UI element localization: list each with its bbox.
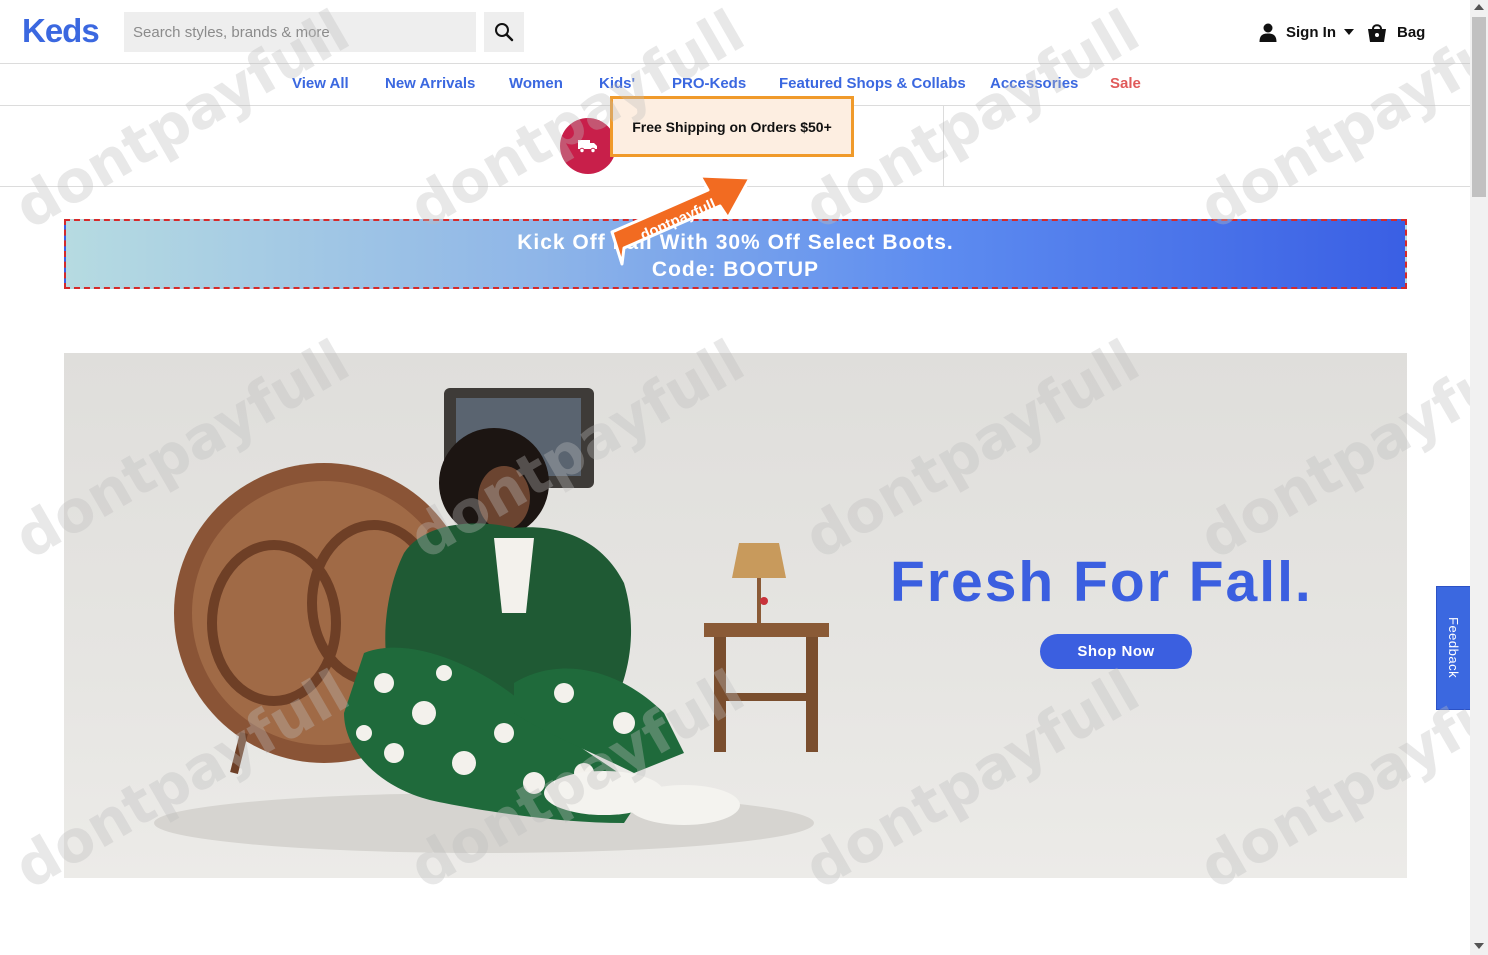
page-scrollbar[interactable] [1470, 0, 1488, 955]
bag-link[interactable]: Bag [1366, 20, 1425, 44]
shipping-badge [560, 118, 616, 174]
nav-item-featured-shops[interactable]: Featured Shops & Collabs [779, 75, 966, 92]
chevron-down-icon [1344, 29, 1354, 35]
scroll-up-icon[interactable] [1474, 4, 1484, 10]
search-input[interactable] [124, 12, 476, 52]
hero-title: Fresh For Fall. [890, 550, 1313, 614]
truck-icon [578, 140, 597, 154]
bag-label: Bag [1397, 23, 1426, 41]
site-header: Keds Sign In Bag [0, 0, 1470, 64]
page: Keds Sign In Bag [0, 0, 1488, 955]
sign-in-label: Sign In [1286, 23, 1336, 41]
free-shipping-callout[interactable]: Free Shipping on Orders $50+ [610, 96, 854, 157]
feedback-label: Feedback [1446, 617, 1461, 679]
nav-item-women[interactable]: Women [509, 75, 563, 92]
bag-icon [1368, 24, 1386, 42]
scroll-thumb[interactable] [1472, 17, 1486, 197]
free-shipping-text: Free Shipping on Orders $50+ [632, 118, 832, 135]
nav-item-kids[interactable]: Kids' [599, 75, 635, 92]
feedback-tab[interactable]: Feedback [1436, 586, 1471, 710]
nav-item-new-arrivals[interactable]: New Arrivals [385, 75, 475, 92]
promo-divider [943, 106, 944, 186]
user-icon [1259, 23, 1277, 42]
nav-item-pro-keds[interactable]: PRO-Keds [672, 75, 746, 92]
nav-item-view-all[interactable]: View All [292, 75, 349, 92]
search-button[interactable] [484, 12, 524, 52]
nav-item-sale[interactable]: Sale [1110, 75, 1141, 92]
arrow-sticker-icon: dontpayfull [610, 174, 752, 266]
nav-item-accessories[interactable]: Accessories [990, 75, 1078, 92]
search-icon [495, 23, 514, 42]
shop-now-button[interactable]: Shop Now [1040, 634, 1192, 669]
sign-in-menu[interactable]: Sign In [1258, 20, 1354, 44]
keds-logo[interactable]: Keds [22, 12, 100, 50]
hero-section: Fresh For Fall. Shop Now [64, 353, 1407, 878]
scroll-down-icon[interactable] [1474, 943, 1484, 949]
hero-photo [154, 388, 829, 853]
